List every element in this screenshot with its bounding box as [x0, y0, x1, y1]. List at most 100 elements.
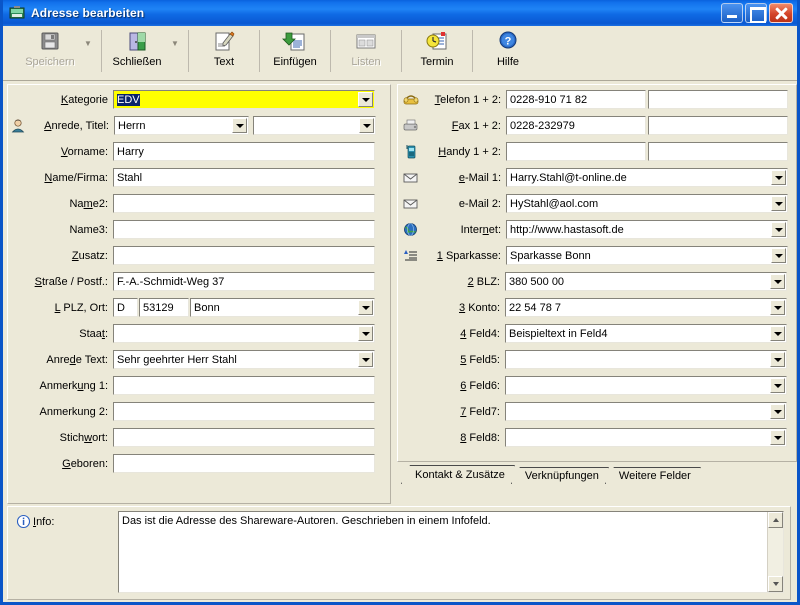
feld5-combo[interactable] [505, 350, 787, 369]
fax1-value: 0228-232979 [510, 119, 575, 132]
ort-combo[interactable]: Bonn [190, 298, 375, 317]
toolbar-button-speichern[interactable]: Speichern [21, 26, 79, 80]
feld6-dropdown-arrow[interactable] [770, 378, 785, 393]
minimize-button[interactable] [721, 3, 743, 23]
email1-dropdown-arrow[interactable] [771, 170, 786, 185]
internet-combo[interactable]: http://www.hastasoft.de [506, 220, 788, 239]
toolbar-separator [259, 30, 260, 72]
anrede-text-combo[interactable]: Sehr geehrter Herr Stahl [113, 350, 375, 369]
stichwort-input[interactable] [113, 428, 375, 447]
sparkasse-dropdown-arrow[interactable] [771, 248, 786, 263]
land-input[interactable]: D [113, 298, 138, 317]
titel-dropdown-arrow[interactable] [359, 118, 374, 133]
feld6-combo[interactable] [505, 376, 787, 395]
anmerkung2-input[interactable] [113, 402, 375, 421]
handy1-input[interactable] [506, 142, 646, 161]
close-button[interactable] [769, 3, 793, 23]
toolbar-label: Termin [420, 56, 454, 68]
tab-label: Kontakt & Zusätze [415, 468, 505, 481]
bank-list-icon [403, 248, 419, 263]
svg-text:?: ? [505, 36, 512, 48]
label-plz-ort: L PLZ, Ort: [54, 301, 108, 314]
tab-label: Weitere Felder [618, 469, 691, 482]
feld4-value: Beispieltext in Feld4 [509, 327, 608, 340]
toolbar-label: Schließen [112, 56, 162, 68]
feld7-combo[interactable] [505, 402, 787, 421]
tab-verknuepfungen[interactable]: Verknüpfungen [511, 467, 609, 484]
toolbar-button-schliessen[interactable]: Schließen [108, 26, 166, 80]
blz-combo[interactable]: 380 500 00 [505, 272, 787, 291]
info-panel: Info: Das ist die Adresse des Shareware-… [7, 506, 791, 600]
fax1-input[interactable]: 0228-232979 [506, 116, 646, 135]
paste-insert-icon [282, 30, 308, 54]
info-scrollbar[interactable] [767, 512, 783, 592]
staat-dropdown-arrow[interactable] [358, 326, 373, 341]
name3-input[interactable] [113, 220, 375, 239]
toolbar-button-listen[interactable]: Listen [337, 26, 395, 80]
kategorie-dropdown-arrow[interactable] [358, 92, 373, 107]
staat-combo[interactable] [113, 324, 375, 343]
toolbar-separator [101, 30, 102, 72]
label-feld8: 8 Feld8: [460, 431, 500, 444]
info-textarea[interactable]: Das ist die Adresse des Shareware-Autore… [118, 511, 784, 593]
email2-combo[interactable]: HyStahl@aol.com [506, 194, 788, 213]
field-row-feld7: 7 Feld7: [398, 402, 796, 421]
name-firma-input[interactable]: Stahl [113, 168, 375, 187]
feld8-dropdown-arrow[interactable] [770, 430, 785, 445]
mobile-phone-icon [403, 144, 419, 159]
handy2-input[interactable] [648, 142, 788, 161]
label-fax: Fax 1 + 2: [451, 119, 501, 132]
tab-weitere-felder[interactable]: Weitere Felder [605, 467, 701, 484]
label-email1: e-Mail 1: [458, 171, 501, 184]
envelope-icon [403, 196, 419, 211]
feld4-dropdown-arrow[interactable] [770, 326, 785, 341]
kategorie-combo[interactable]: EDV [113, 90, 375, 109]
fax2-input[interactable] [648, 116, 788, 135]
tab-bar: Kontakt & Zusätze Verknüpfungen Weitere … [401, 464, 793, 484]
toolbar-button-einfuegen[interactable]: Einfügen [266, 26, 324, 80]
scroll-down-icon[interactable] [768, 576, 783, 592]
label-sparkasse: 1 Sparkasse: [436, 249, 501, 262]
sparkasse-combo[interactable]: Sparkasse Bonn [506, 246, 788, 265]
strasse-input[interactable]: F.-A.-Schmidt-Weg 37 [113, 272, 375, 291]
konto-combo[interactable]: 22 54 78 7 [505, 298, 787, 317]
anrede-dropdown-arrow[interactable] [232, 118, 247, 133]
email2-dropdown-arrow[interactable] [771, 196, 786, 211]
titel-combo[interactable] [253, 116, 376, 135]
ort-dropdown-arrow[interactable] [358, 300, 373, 315]
tab-kontakt-zusaetze[interactable]: Kontakt & Zusätze [401, 465, 515, 484]
toolbar-button-termin[interactable]: Termin [408, 26, 466, 80]
konto-dropdown-arrow[interactable] [770, 300, 785, 315]
vorname-input[interactable]: Harry [113, 142, 375, 161]
maximize-button[interactable] [745, 3, 767, 23]
telefon1-input[interactable]: 0228-910 71 82 [506, 90, 646, 109]
toolbar-button-text[interactable]: Text [195, 26, 253, 80]
name2-input[interactable] [113, 194, 375, 213]
schliessen-dropdown-arrow[interactable]: ▼ [168, 39, 182, 48]
blz-dropdown-arrow[interactable] [770, 274, 785, 289]
anmerkung1-input[interactable] [113, 376, 375, 395]
feld5-dropdown-arrow[interactable] [770, 352, 785, 367]
feld4-combo[interactable]: Beispieltext in Feld4 [505, 324, 787, 343]
field-row-anrede-titel: Anrede, Titel: Herrn [8, 116, 390, 135]
plz-input[interactable]: 53129 [139, 298, 189, 317]
speichern-dropdown-arrow[interactable]: ▼ [81, 39, 95, 48]
label-feld6: 6 Feld6: [460, 379, 500, 392]
telefon2-input[interactable] [648, 90, 788, 109]
toolbar-separator [330, 30, 331, 72]
internet-dropdown-arrow[interactable] [771, 222, 786, 237]
geboren-input[interactable] [113, 454, 375, 473]
fax-icon [403, 118, 419, 133]
label-anrede-text: Anrede Text: [46, 353, 108, 366]
field-row-email1: e-Mail 1: Harry.Stahl@t-online.de [398, 168, 796, 187]
scroll-up-icon[interactable] [768, 512, 783, 528]
anrede-combo[interactable]: Herrn [114, 116, 249, 135]
zusatz-input[interactable] [113, 246, 375, 265]
field-row-feld8: 8 Feld8: [398, 428, 796, 447]
feld8-combo[interactable] [505, 428, 787, 447]
toolbar-button-hilfe[interactable]: ? Hilfe [479, 26, 537, 80]
feld7-dropdown-arrow[interactable] [770, 404, 785, 419]
anrede-text-dropdown-arrow[interactable] [358, 352, 373, 367]
email1-combo[interactable]: Harry.Stahl@t-online.de [506, 168, 788, 187]
konto-value: 22 54 78 7 [509, 301, 561, 314]
